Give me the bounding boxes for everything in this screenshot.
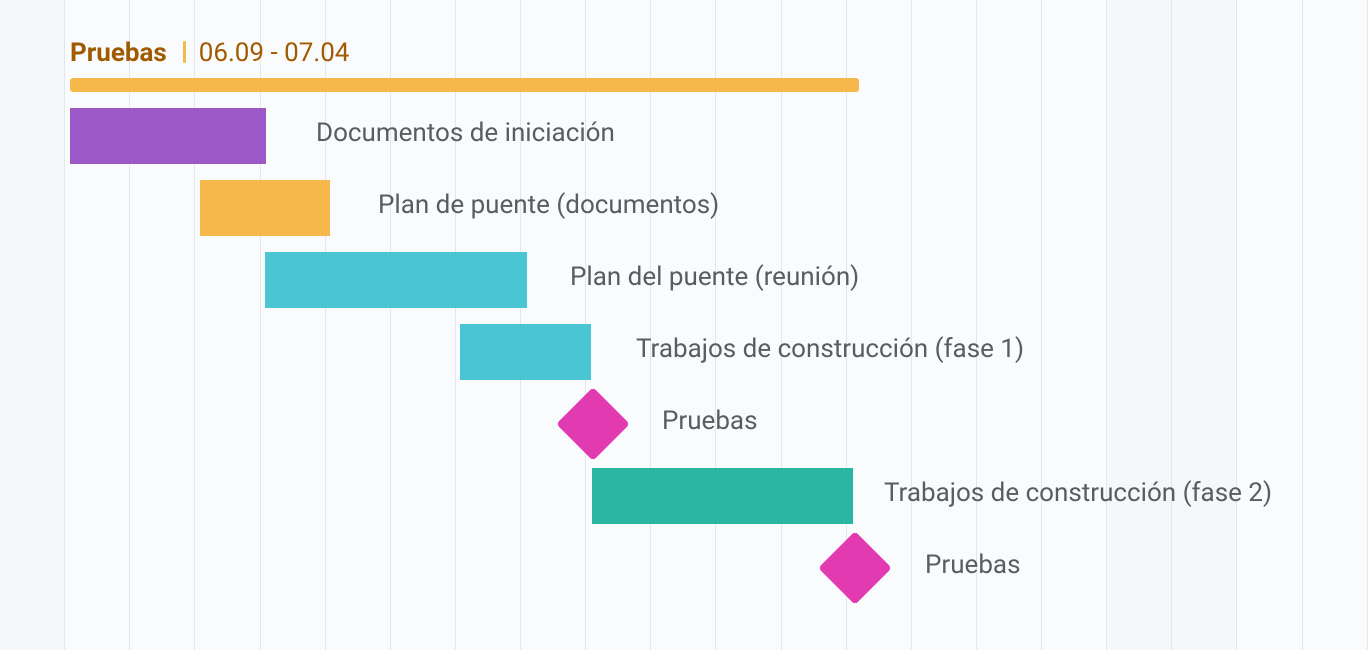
gantt-content: Pruebas 06.09 - 07.04 Documentos de inic…	[0, 0, 1368, 650]
task-bar[interactable]	[70, 108, 266, 164]
task-label: Plan de puente (documentos)	[378, 190, 719, 220]
task-bar[interactable]	[592, 468, 853, 524]
milestone-diamond[interactable]	[818, 531, 892, 605]
task-label: Trabajos de construcción (fase 1)	[636, 334, 1024, 364]
gantt-row: Plan del puente (reunión)	[0, 244, 1368, 316]
summary-date-range: 06.09 - 07.04	[199, 38, 350, 68]
task-bar[interactable]	[460, 324, 591, 380]
task-label: Trabajos de construcción (fase 2)	[884, 478, 1272, 508]
summary-header[interactable]: Pruebas 06.09 - 07.04	[70, 38, 349, 68]
gantt-row: Plan de puente (documentos)	[0, 172, 1368, 244]
gantt-row: Pruebas	[0, 532, 1368, 604]
gantt-row: Documentos de iniciación	[0, 100, 1368, 172]
summary-bar[interactable]	[70, 78, 859, 92]
gantt-row: Trabajos de construcción (fase 2)	[0, 460, 1368, 532]
task-label: Plan del puente (reunión)	[570, 262, 859, 292]
task-label: Pruebas	[662, 406, 758, 436]
gantt-row: Pruebas	[0, 388, 1368, 460]
task-bar[interactable]	[265, 252, 527, 308]
task-bar[interactable]	[200, 180, 330, 236]
summary-title: Pruebas	[70, 38, 167, 68]
gantt-chart: Pruebas 06.09 - 07.04 Documentos de inic…	[0, 0, 1368, 650]
separator-icon	[183, 41, 186, 63]
task-label: Pruebas	[925, 550, 1021, 580]
gantt-row: Trabajos de construcción (fase 1)	[0, 316, 1368, 388]
task-label: Documentos de iniciación	[316, 118, 615, 148]
milestone-diamond[interactable]	[556, 387, 630, 461]
